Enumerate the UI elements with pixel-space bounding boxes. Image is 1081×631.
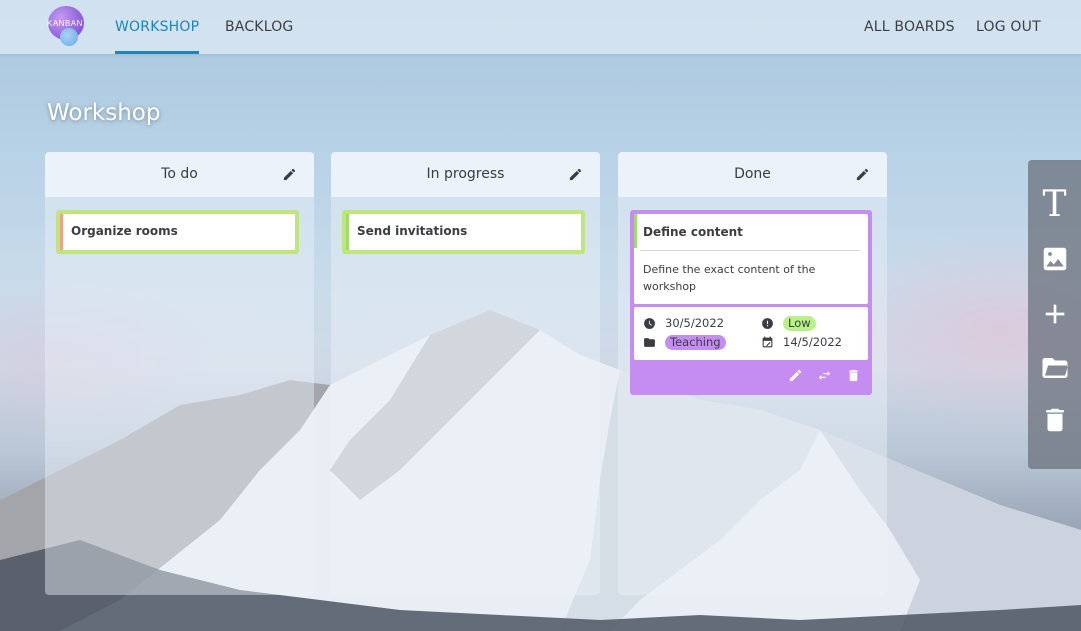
card-meta: 30/5/2022 Low Teaching 14/5/2022 [634, 307, 868, 360]
folder-icon [644, 338, 655, 347]
column-header: Done [618, 152, 887, 197]
swap-icon[interactable] [817, 368, 832, 383]
image-icon [1043, 247, 1066, 270]
add-image-button[interactable] [1038, 242, 1071, 275]
plus-icon [1045, 304, 1064, 323]
tab-workshop[interactable]: WORKSHOP [115, 0, 200, 54]
column-title: Done [734, 166, 771, 182]
column-header: In progress [331, 152, 600, 197]
pencil-icon[interactable] [855, 167, 870, 182]
priority-bar [60, 214, 63, 250]
logo-text: KANBAN [47, 19, 83, 28]
category: Teaching [643, 335, 726, 350]
add-text-button[interactable]: T [1038, 184, 1071, 225]
column-done: Done Define content Define the exact con… [618, 152, 887, 595]
right-toolbar: T [1028, 160, 1081, 469]
logo-circle-blue [60, 28, 78, 46]
created-date: 14/5/2022 [761, 335, 842, 349]
created-date-value: 14/5/2022 [783, 335, 842, 349]
column-todo: To do Organize rooms [45, 152, 314, 595]
kanban-logo[interactable]: KANBAN [46, 6, 90, 48]
task-card-expanded[interactable]: Define content Define the exact content … [630, 210, 872, 395]
alert-icon [762, 318, 773, 329]
trash-icon [1045, 408, 1064, 431]
clock-icon [644, 317, 655, 329]
due-date-value: 30/5/2022 [665, 316, 724, 330]
column-title: In progress [426, 166, 505, 182]
board-title: Workshop [47, 100, 161, 126]
card-title: Define content [643, 225, 743, 239]
priority-bar [634, 214, 637, 248]
priority: Low [761, 316, 816, 331]
card-body: Define content Define the exact content … [634, 214, 868, 304]
card-description: Define the exact content of the workshop [643, 263, 816, 293]
calendar-edit-icon [762, 336, 773, 347]
category-badge: Teaching [665, 335, 726, 350]
text-icon: T [1042, 184, 1067, 225]
pencil-icon[interactable] [282, 167, 297, 182]
folder-open-icon [1042, 357, 1068, 378]
open-folder-button[interactable] [1038, 351, 1071, 384]
due-date: 30/5/2022 [643, 316, 724, 330]
column-in-progress: In progress Send invitations [331, 152, 600, 595]
task-card[interactable]: Send invitations [342, 210, 585, 254]
card-title: Organize rooms [71, 224, 178, 238]
pencil-icon[interactable] [568, 167, 583, 182]
card-actions [634, 360, 868, 391]
all-boards-link[interactable]: ALL BOARDS [864, 0, 955, 54]
trash-icon[interactable] [846, 368, 861, 383]
column-header: To do [45, 152, 314, 197]
pencil-icon[interactable] [788, 368, 803, 383]
priority-bar [346, 214, 349, 250]
card-title: Send invitations [357, 224, 468, 238]
task-card[interactable]: Organize rooms [56, 210, 299, 254]
top-navbar: KANBAN WORKSHOP BACKLOG ALL BOARDS LOG O… [0, 0, 1081, 54]
column-title: To do [161, 166, 198, 182]
log-out-link[interactable]: LOG OUT [976, 0, 1041, 54]
tab-backlog[interactable]: BACKLOG [225, 0, 293, 54]
priority-badge: Low [783, 316, 816, 331]
add-button[interactable] [1038, 297, 1071, 330]
delete-button[interactable] [1038, 403, 1071, 436]
